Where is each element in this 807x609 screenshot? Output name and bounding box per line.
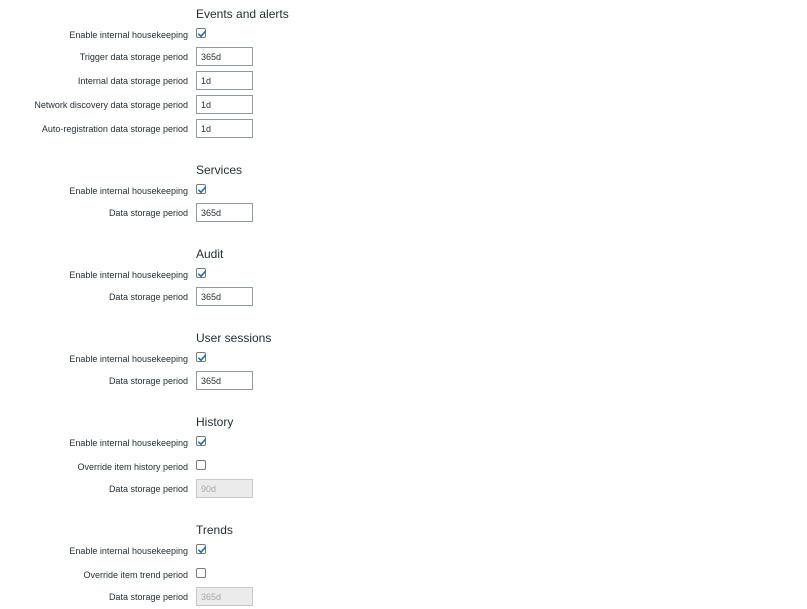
row-label: Data storage period	[108, 592, 188, 602]
row-label: Data storage period	[108, 292, 188, 302]
section-title: Trends	[196, 523, 233, 537]
row-override-history-period: Override item history period	[0, 457, 807, 477]
row-enable-housekeeping: Enable internal housekeeping	[0, 349, 807, 369]
row-internal-storage-period: Internal data storage period	[0, 71, 807, 91]
row-override-trend-period: Override item trend period	[0, 565, 807, 585]
network-discovery-storage-period-input[interactable]	[196, 95, 253, 114]
row-label: Enable internal housekeeping	[69, 546, 188, 556]
data-storage-period-input[interactable]	[196, 587, 253, 606]
checkmark-icon	[198, 354, 207, 362]
row-label: Enable internal housekeeping	[69, 354, 188, 364]
row-data-storage-period: Data storage period	[0, 371, 807, 391]
enable-housekeeping-checkbox[interactable]	[196, 436, 207, 446]
enable-housekeeping-checkbox[interactable]	[196, 268, 207, 278]
section-title: Services	[196, 163, 243, 177]
row-label: Trigger data storage period	[79, 52, 188, 62]
row-data-storage-period: Data storage period	[0, 587, 807, 607]
enable-housekeeping-checkbox[interactable]	[196, 544, 207, 554]
row-data-storage-period: Data storage period	[0, 287, 807, 307]
row-label: Network discovery data storage period	[34, 100, 188, 110]
data-storage-period-input[interactable]	[196, 287, 253, 306]
data-storage-period-input[interactable]	[196, 371, 253, 390]
checkmark-icon	[198, 270, 207, 278]
row-label: Override item trend period	[83, 570, 188, 580]
override-trend-period-checkbox[interactable]	[196, 568, 206, 578]
row-data-storage-period: Data storage period	[0, 203, 807, 223]
checkmark-icon	[198, 438, 207, 446]
data-storage-period-input[interactable]	[196, 479, 253, 498]
row-label: Data storage period	[108, 208, 188, 218]
trigger-storage-period-input[interactable]	[196, 47, 253, 66]
auto-registration-storage-period-input[interactable]	[196, 119, 253, 138]
row-label: Enable internal housekeeping	[69, 30, 188, 40]
row-auto-registration-storage-period: Auto-registration data storage period	[0, 119, 807, 139]
row-label: Enable internal housekeeping	[69, 270, 188, 280]
enable-housekeeping-checkbox[interactable]	[196, 352, 207, 362]
row-trigger-storage-period: Trigger data storage period	[0, 47, 807, 67]
row-label: Data storage period	[108, 376, 188, 386]
data-storage-period-input[interactable]	[196, 203, 253, 222]
row-label: Enable internal housekeeping	[69, 438, 188, 448]
section-title: Events and alerts	[196, 7, 289, 21]
row-label: Internal data storage period	[77, 76, 188, 86]
enable-housekeeping-checkbox[interactable]	[196, 184, 207, 194]
section-title: Audit	[196, 247, 224, 261]
row-label: Auto-registration data storage period	[41, 124, 188, 134]
checkmark-icon	[198, 546, 207, 554]
row-enable-housekeeping: Enable internal housekeeping	[0, 541, 807, 561]
row-enable-housekeeping: Enable internal housekeeping	[0, 433, 807, 453]
row-label: Override item history period	[77, 462, 188, 472]
checkmark-icon	[198, 186, 207, 194]
housekeeping-form: Events and alerts Enable internal housek…	[0, 0, 807, 609]
row-enable-housekeeping: Enable internal housekeeping	[0, 265, 807, 285]
row-enable-housekeeping: Enable internal housekeeping	[0, 25, 807, 45]
override-history-period-checkbox[interactable]	[196, 460, 206, 470]
internal-storage-period-input[interactable]	[196, 71, 253, 90]
row-data-storage-period: Data storage period	[0, 479, 807, 499]
row-enable-housekeeping: Enable internal housekeeping	[0, 181, 807, 201]
row-network-discovery-storage-period: Network discovery data storage period	[0, 95, 807, 115]
section-title: History	[196, 415, 234, 429]
row-label: Data storage period	[108, 484, 188, 494]
enable-housekeeping-checkbox[interactable]	[196, 28, 207, 38]
checkmark-icon	[198, 30, 207, 38]
section-title: User sessions	[196, 331, 272, 345]
row-label: Enable internal housekeeping	[69, 186, 188, 196]
